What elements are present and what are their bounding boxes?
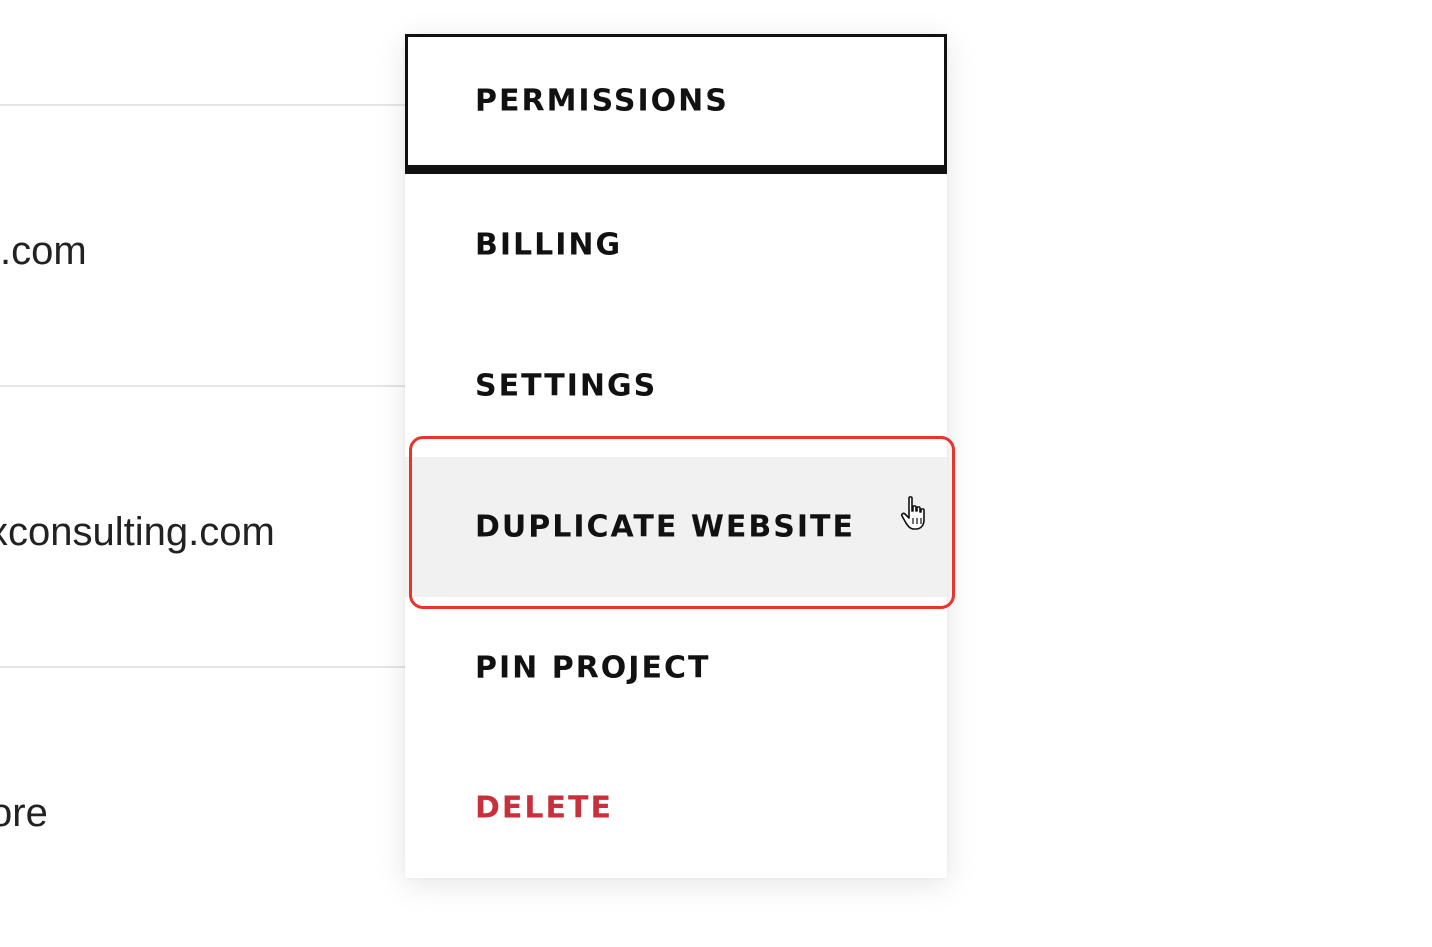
list-row[interactable]: ore [0, 666, 405, 947]
list-row[interactable]: xconsulting.com [0, 385, 405, 666]
menu-item-label: DUPLICATE WEBSITE [475, 509, 856, 545]
menu-item-label: PERMISSIONS [475, 83, 729, 119]
pointer-hand-icon [900, 494, 934, 534]
menu-item-pin-project[interactable]: PIN PROJECT [405, 598, 947, 738]
menu-item-permissions[interactable]: PERMISSIONS [405, 34, 947, 174]
menu-item-settings[interactable]: SETTINGS [405, 316, 947, 456]
menu-item-duplicate-website[interactable]: DUPLICATE WEBSITE [405, 457, 947, 597]
row-domain-text: xconsulting.com [0, 510, 275, 554]
menu-item-billing[interactable]: BILLING [405, 175, 947, 315]
project-actions-menu: PERMISSIONS BILLING SETTINGS DUPLICATE W… [405, 34, 947, 878]
menu-item-label: BILLING [475, 227, 623, 263]
row-domain-text: .com [0, 229, 87, 273]
menu-item-label: DELETE [475, 790, 613, 826]
row-domain-text: ore [0, 791, 48, 835]
list-row[interactable]: .com [0, 104, 405, 385]
menu-item-label: PIN PROJECT [475, 650, 711, 686]
menu-item-label: SETTINGS [475, 368, 658, 404]
menu-item-delete[interactable]: DELETE [405, 738, 947, 878]
